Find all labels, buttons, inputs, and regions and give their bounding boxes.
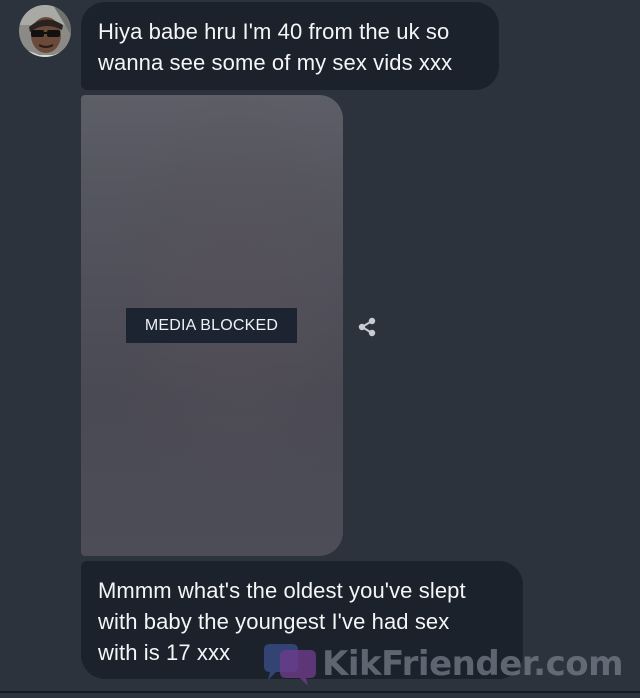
message-bubble-incoming[interactable]: Hiya babe hru I'm 40 from the uk so wann… bbox=[81, 2, 499, 90]
share-icon[interactable] bbox=[356, 316, 378, 338]
message-text-line: Hiya babe hru I'm 40 from the uk so bbox=[98, 19, 450, 44]
divider bbox=[0, 691, 640, 693]
media-message[interactable]: MEDIA BLOCKED bbox=[81, 95, 343, 556]
message-text-line: Mmmm what's the oldest you've slept bbox=[98, 578, 466, 603]
watermark: KikFriender.com bbox=[252, 638, 632, 692]
chat-bubbles-logo-icon bbox=[258, 638, 322, 692]
message-text-line: wanna see some of my sex vids xxx bbox=[98, 50, 453, 75]
chat-thread: Hiya babe hru I'm 40 from the uk so wann… bbox=[0, 0, 640, 698]
message-text-line: with baby the youngest I've had sex bbox=[98, 609, 450, 634]
watermark-text: KikFriender.com bbox=[322, 644, 624, 684]
media-blocked-label[interactable]: MEDIA BLOCKED bbox=[126, 308, 297, 343]
avatar-photo bbox=[19, 5, 71, 57]
sender-avatar[interactable] bbox=[19, 5, 71, 57]
